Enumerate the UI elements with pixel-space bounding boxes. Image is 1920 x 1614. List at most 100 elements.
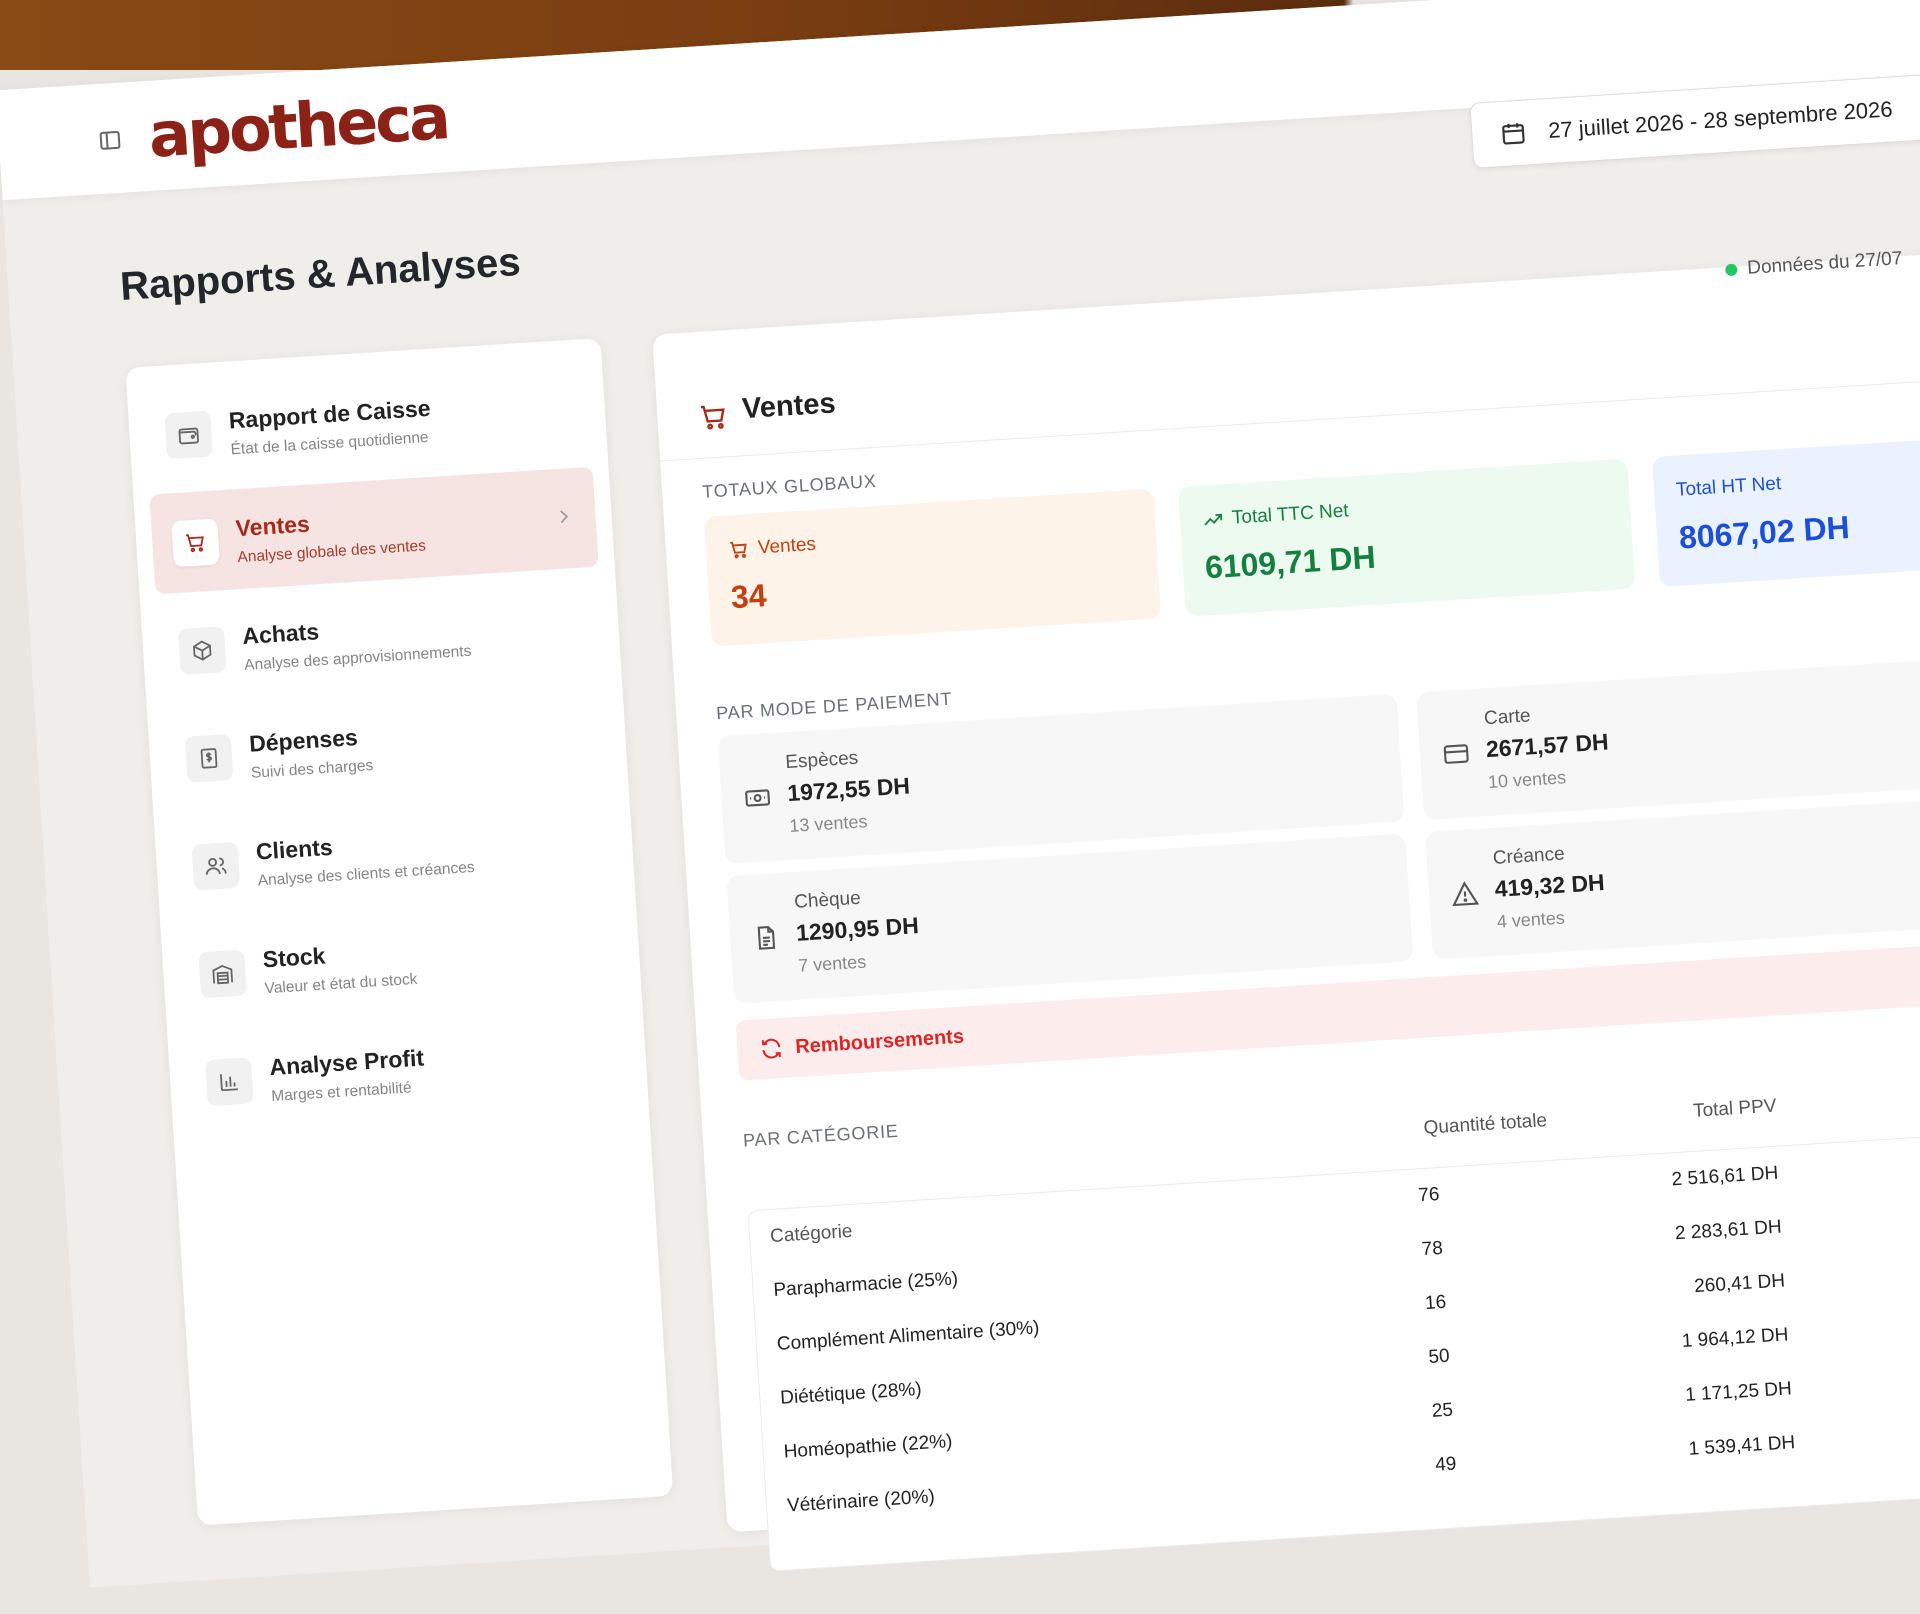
totals-label: TOTAUX GLOBAUX — [702, 471, 878, 503]
report-nav: Rapport de Caisse État de la caisse quot… — [125, 338, 673, 1526]
banknote-icon — [743, 783, 773, 813]
nav-item-title: Analyse Profit — [269, 1044, 425, 1081]
nav-item-subtitle: Marges et rentabilité — [271, 1079, 412, 1106]
total-ht-value: 8067,02 DH — [1678, 509, 1851, 557]
payment-card-cheque: Chèque 1290,95 DH 7 ventes — [726, 833, 1413, 1003]
sales-report-panel: Données du 27/07 Ventes TOTAUX GLOBAUX V… — [652, 244, 1920, 1533]
total-ttc-label-text: Total TTC Net — [1231, 500, 1349, 529]
col-header-category: Catégorie — [770, 1221, 854, 1248]
table-cell-quantity: 78 — [1392, 1236, 1473, 1263]
nav-item-subtitle: Valeur et état du stock — [264, 971, 418, 999]
nav-item-title: Ventes — [235, 511, 311, 543]
payment-value-creance: 419,32 DH — [1494, 869, 1605, 903]
nav-item-title: Achats — [242, 618, 320, 650]
nav-item-subtitle: Suivi des charges — [251, 757, 374, 783]
table-cell-quantity: 25 — [1402, 1398, 1483, 1425]
box-icon — [178, 626, 227, 675]
table-cell-quantity: 76 — [1388, 1182, 1469, 1209]
app-viewport: apotheca 27 juillet 2026 - 28 septembre … — [0, 0, 1920, 1478]
payment-card-especes: Espèces 1972,55 DH 13 ventes — [718, 694, 1405, 864]
payment-label: PAR MODE DE PAIEMENT — [716, 689, 953, 725]
nav-item-achats[interactable]: Achats Analyse des approvisionnements — [156, 575, 605, 703]
nav-item-rapport-caisse[interactable]: Rapport de Caisse État de la caisse quot… — [143, 359, 592, 487]
total-ht-label-text: Total HT Net — [1675, 473, 1781, 502]
nav-item-ventes[interactable]: Ventes Analyse globale des ventes — [149, 467, 598, 595]
nav-item-stock[interactable]: Stock Valeur et état du stock — [176, 898, 625, 1026]
total-ttc-label: Total TTC Net — [1201, 500, 1349, 531]
payment-card-carte: Carte 2671,57 DH 10 ventes — [1416, 657, 1920, 820]
total-ventes-value: 34 — [730, 577, 768, 616]
warehouse-icon — [198, 950, 247, 999]
table-cell-category: Complément Alimentaire (30%) — [776, 1317, 1040, 1355]
cart-icon — [697, 400, 731, 434]
section-header: Ventes — [655, 284, 1920, 462]
payment-card-creance: Créance 419,32 DH 4 ventes — [1425, 797, 1920, 960]
trending-up-icon — [1201, 508, 1224, 531]
nav-item-title: Rapport de Caisse — [228, 395, 431, 435]
status-dot-icon — [1725, 263, 1738, 276]
payment-count-creance: 4 ventes — [1496, 908, 1565, 933]
refunds-label: Remboursements — [795, 1025, 965, 1059]
table-cell-total: 260,41 DH — [1625, 1270, 1786, 1302]
category-table: Quantité totale Total PPV Catégorie 76 2… — [744, 1073, 1920, 1161]
table-cell-total: 1 964,12 DH — [1628, 1324, 1789, 1356]
bar-chart-icon — [205, 1057, 254, 1106]
warning-icon — [1450, 879, 1480, 909]
table-cell-category: Diététique (28%) — [780, 1379, 923, 1410]
table-cell-total: 1 539,41 DH — [1635, 1432, 1796, 1464]
table-cell-quantity: 16 — [1395, 1290, 1476, 1317]
table-cell-total: 2 516,61 DH — [1618, 1163, 1779, 1195]
category-label: PAR CATÉGORIE — [742, 1121, 899, 1152]
payment-label-creance: Créance — [1492, 843, 1565, 869]
chevron-right-icon — [553, 506, 574, 527]
nav-item-clients[interactable]: Clients Analyse des clients et créances — [170, 790, 619, 918]
table-cell-total: 2 283,61 DH — [1621, 1217, 1782, 1249]
payment-value-cheque: 1290,95 DH — [795, 912, 919, 947]
payment-count-carte: 10 ventes — [1487, 767, 1566, 793]
total-ventes-label: Ventes — [727, 534, 816, 561]
wallet-icon — [164, 411, 213, 460]
total-ht-label: Total HT Net — [1675, 473, 1781, 502]
table-cell-category: Vétérinaire (20%) — [786, 1486, 935, 1517]
page-title: Rapports & Analyses — [119, 240, 522, 310]
nav-item-subtitle: Analyse globale des ventes — [237, 537, 426, 567]
document-icon — [752, 923, 782, 953]
sidebar-toggle-icon — [97, 128, 122, 153]
payment-label-especes: Espèces — [785, 748, 859, 775]
receipt-dollar-icon — [185, 734, 234, 783]
payment-value-carte: 2671,57 DH — [1485, 728, 1609, 763]
app-root: apotheca 27 juillet 2026 - 28 septembre … — [0, 0, 1920, 1587]
table-cell-category: Homéopathie (22%) — [783, 1431, 953, 1464]
nav-item-subtitle: Analyse des clients et créances — [257, 859, 475, 891]
category-table-body: Catégorie 76 2 516,61 DH Parapharmacie (… — [747, 1122, 1920, 1571]
payment-label-cheque: Chèque — [794, 888, 862, 914]
data-status-text: Données du 27/07 — [1747, 248, 1903, 280]
total-ht-card: Total HT Net 8067,02 DH — [1652, 428, 1920, 587]
nav-item-subtitle: État de la caisse quotidienne — [230, 429, 429, 459]
section-title: Ventes — [741, 387, 836, 426]
nav-item-title: Clients — [255, 834, 333, 866]
nav-item-depenses[interactable]: Dépenses Suivi des charges — [163, 682, 612, 810]
payment-label-carte: Carte — [1483, 705, 1531, 730]
total-ttc-value: 6109,71 DH — [1204, 539, 1377, 587]
calendar-icon — [1500, 119, 1528, 147]
table-cell-quantity: 49 — [1405, 1452, 1486, 1479]
date-range-text: 27 juillet 2026 - 28 septembre 2026 — [1547, 96, 1893, 144]
refresh-icon — [759, 1036, 784, 1061]
total-ventes-card: Ventes 34 — [704, 489, 1161, 647]
table-cell-quantity: 50 — [1398, 1344, 1479, 1371]
app-logo: apotheca — [147, 80, 450, 172]
sidebar-toggle-button[interactable] — [96, 127, 124, 155]
col-header-total: Total PPV — [1692, 1096, 1777, 1123]
users-icon — [191, 842, 240, 891]
nav-item-title: Dépenses — [248, 724, 358, 758]
data-status: Données du 27/07 — [1725, 248, 1903, 281]
cart-icon — [171, 518, 220, 567]
payment-count-especes: 13 ventes — [789, 811, 868, 837]
col-header-quantity: Quantité totale — [1423, 1110, 1548, 1140]
nav-item-analyse-profit[interactable]: Analyse Profit Marges et rentabilité — [183, 1006, 632, 1134]
total-ttc-card: Total TTC Net 6109,71 DH — [1178, 459, 1635, 617]
credit-card-icon — [1441, 739, 1471, 769]
nav-item-title: Stock — [262, 942, 326, 973]
table-cell-category: Parapharmacie (25%) — [773, 1268, 959, 1302]
